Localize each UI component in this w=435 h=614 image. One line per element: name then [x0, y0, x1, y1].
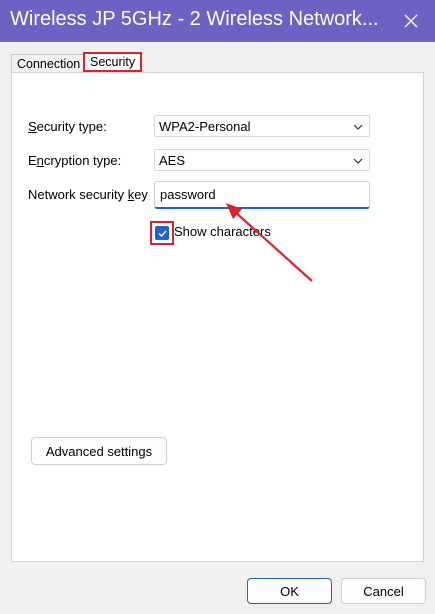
chevron-down-icon — [353, 158, 363, 164]
encryption-type-select[interactable]: AES — [154, 149, 370, 171]
window-title: Wireless JP 5GHz - 2 Wireless Network... — [10, 8, 379, 30]
annotation-arrow — [226, 203, 313, 282]
security-type-label: Security type: — [28, 119, 107, 134]
ok-button[interactable]: OK — [247, 578, 332, 604]
close-icon — [404, 14, 418, 28]
advanced-settings-button[interactable]: Ad vanced settings — [31, 437, 167, 465]
network-key-label: Network security key — [28, 187, 148, 202]
tab-security[interactable]: Security — [83, 52, 143, 72]
check-icon — [157, 229, 167, 237]
encryption-type-label: Encryption type: — [28, 153, 122, 168]
network-key-input[interactable] — [154, 181, 370, 209]
security-panel: Security type: WPA2-Personal Encryption … — [11, 72, 424, 562]
close-button[interactable] — [397, 7, 425, 35]
title-bar: Wireless JP 5GHz - 2 Wireless Network... — [0, 0, 435, 42]
security-type-select[interactable]: WPA2-Personal — [154, 115, 370, 137]
show-characters-checkbox[interactable] — [155, 226, 169, 240]
security-type-value: WPA2-Personal — [159, 119, 251, 134]
show-characters-label[interactable]: Show characters — [174, 224, 271, 239]
tab-connection[interactable]: Connection — [11, 54, 87, 73]
chevron-down-icon — [353, 124, 363, 130]
cancel-button[interactable]: Cancel — [341, 578, 426, 604]
show-characters-highlight — [150, 221, 174, 245]
encryption-type-value: AES — [159, 153, 186, 168]
